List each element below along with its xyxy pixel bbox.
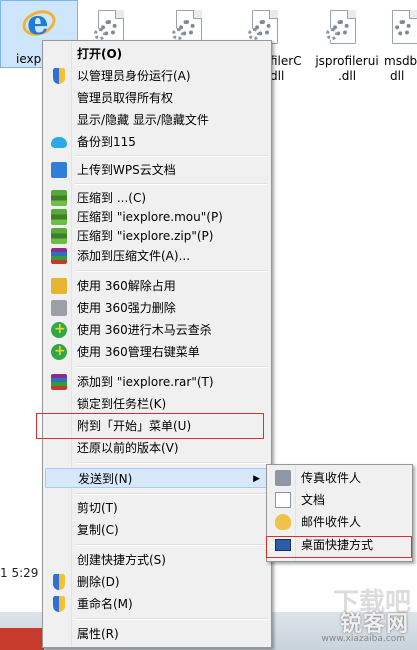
menu-item-label: 删除(D) xyxy=(77,575,120,589)
wps-icon xyxy=(51,162,67,178)
menu-item-compress-mou[interactable]: 压缩到 "iexplore.mou"(P) xyxy=(45,207,269,227)
menu-item-label: 压缩到 "iexplore.mou"(P) xyxy=(77,210,223,224)
menu-item-label: 添加到压缩文件(A)... xyxy=(77,249,191,263)
file-msdb[interactable]: msdb dll xyxy=(384,10,417,90)
zip-icon xyxy=(51,209,67,225)
menu-item-compress-zip[interactable]: 压缩到 "iexplore.zip"(P) xyxy=(45,226,269,246)
status-time: 1 5:29 xyxy=(0,566,39,580)
menu-item-label: 显示/隐藏 显示/隐藏文件 xyxy=(77,113,209,127)
menu-item-label: 锁定到任务栏(K) xyxy=(77,397,167,411)
shield-icon xyxy=(53,596,65,612)
menu-item-label: 复制(C) xyxy=(77,523,119,537)
menu-item-compress-to[interactable]: 压缩到 ...(C) xyxy=(45,188,269,208)
menu-item-label: 打开(O) xyxy=(77,47,123,61)
menu-item-run-as-admin[interactable]: 以管理员身份运行(A) xyxy=(45,66,269,86)
menu-item-label: 使用 360管理右键菜单 xyxy=(77,345,200,359)
submenu-item-fax-recipient[interactable]: 传真收件人 xyxy=(269,468,409,488)
winrar-icon xyxy=(51,248,67,264)
menu-item-create-shortcut[interactable]: 创建快捷方式(S) xyxy=(45,550,269,570)
submenu-item-label: 传真收件人 xyxy=(301,471,362,485)
360-icon xyxy=(51,319,67,339)
menu-item-delete[interactable]: 删除(D) xyxy=(45,572,269,592)
menu-item-label: 压缩到 "iexplore.zip"(P) xyxy=(77,229,214,243)
menu-item-360-unlock[interactable]: 使用 360解除占用 xyxy=(45,276,269,296)
menu-item-360-force-delete[interactable]: 使用 360强力删除 xyxy=(45,298,269,318)
menu-separator xyxy=(75,618,267,620)
shield-icon xyxy=(53,68,65,84)
shield-icon xyxy=(53,574,65,590)
fax-icon xyxy=(275,470,291,486)
menu-item-label: 发送到(N) xyxy=(78,472,133,486)
file-name: filerC xyxy=(270,54,302,68)
menu-item-show-hide-files[interactable]: 显示/隐藏 显示/隐藏文件 xyxy=(45,110,269,130)
submenu-arrow-icon: ▶ xyxy=(253,474,260,484)
menu-item-properties[interactable]: 属性(R) xyxy=(45,624,269,644)
menu-item-label: 重命名(M) xyxy=(77,597,133,611)
menu-item-label: 还原以前的版本(V) xyxy=(77,441,179,455)
file-name: msdb xyxy=(384,54,417,68)
annotation-box-desktop-shortcut xyxy=(266,536,412,558)
file-jsprofilerui[interactable]: jsprofilerui .dll xyxy=(310,10,384,90)
menu-item-label: 属性(R) xyxy=(77,627,119,641)
360-icon xyxy=(51,341,67,361)
internet-explorer-icon: e xyxy=(18,4,60,42)
menu-separator xyxy=(75,544,267,546)
menu-item-take-ownership[interactable]: 管理员取得所有权 xyxy=(45,88,269,108)
menu-item-label: 以管理员身份运行(A) xyxy=(77,69,191,83)
submenu-item-label: 邮件收件人 xyxy=(301,515,362,529)
menu-separator xyxy=(75,270,267,272)
submenu-item-label: 文档 xyxy=(301,493,326,507)
menu-item-copy[interactable]: 复制(C) xyxy=(45,520,269,540)
menu-separator xyxy=(75,183,267,185)
submenu-item-documents[interactable]: 文档 xyxy=(269,490,409,510)
unlock-icon xyxy=(51,278,67,294)
cloud-icon xyxy=(51,137,67,148)
menu-item-label: 剪切(T) xyxy=(77,501,118,515)
menu-item-label: 使用 360进行木马云查杀 xyxy=(77,323,212,337)
menu-item-cut[interactable]: 剪切(T) xyxy=(45,498,269,518)
menu-separator xyxy=(75,493,267,495)
menu-item-label: 压缩到 ...(C) xyxy=(77,191,147,205)
menu-item-send-to[interactable]: 发送到(N) ▶ xyxy=(45,468,269,488)
menu-item-360-trojan-scan[interactable]: 使用 360进行木马云查杀 xyxy=(45,319,269,340)
menu-item-label: 备份到115 xyxy=(77,135,136,149)
menu-item-restore-versions[interactable]: 还原以前的版本(V) xyxy=(45,438,269,458)
winrar-icon xyxy=(51,374,67,390)
menu-item-label: 使用 360解除占用 xyxy=(77,279,176,293)
mail-icon xyxy=(275,514,291,530)
bottom-left-image xyxy=(0,628,44,650)
menu-item-label: 创建快捷方式(S) xyxy=(77,553,166,567)
menu-item-pin-taskbar[interactable]: 锁定到任务栏(K) xyxy=(45,394,269,414)
zip-icon xyxy=(51,228,67,244)
file-name: dll xyxy=(390,69,405,83)
menu-item-360-manage-menu[interactable]: 使用 360管理右键菜单 xyxy=(45,341,269,362)
zip-icon xyxy=(51,190,67,206)
menu-item-add-to-rar[interactable]: 添加到 "iexplore.rar"(T) xyxy=(45,372,269,392)
menu-separator xyxy=(75,462,267,464)
watermark-url: www.xiazaiba.com xyxy=(321,634,405,644)
menu-separator xyxy=(75,366,267,368)
file-name: dll xyxy=(270,69,285,83)
file-name: .dll xyxy=(337,69,357,83)
menu-item-backup-115[interactable]: 备份到115 xyxy=(45,132,269,152)
menu-item-add-to-archive[interactable]: 添加到压缩文件(A)... xyxy=(45,246,269,266)
shredder-icon xyxy=(51,300,67,316)
context-menu: 打开(O) 以管理员身份运行(A) 管理员取得所有权 显示/隐藏 显示/隐藏文件… xyxy=(42,40,272,648)
file-name: jsprofilerui xyxy=(315,54,379,68)
document-icon xyxy=(275,492,291,508)
menu-item-label: 添加到 "iexplore.rar"(T) xyxy=(77,375,214,389)
menu-separator xyxy=(75,155,267,157)
annotation-box-pin-start xyxy=(36,413,264,439)
menu-item-label: 上传到WPS云文档 xyxy=(77,163,176,177)
menu-item-rename[interactable]: 重命名(M) xyxy=(45,594,269,614)
menu-item-label: 使用 360强力删除 xyxy=(77,301,176,315)
menu-item-open[interactable]: 打开(O) xyxy=(45,44,269,64)
submenu-item-mail-recipient[interactable]: 邮件收件人 xyxy=(269,512,409,532)
menu-item-upload-wps[interactable]: 上传到WPS云文档 xyxy=(45,160,269,180)
menu-item-label: 管理员取得所有权 xyxy=(77,91,174,105)
